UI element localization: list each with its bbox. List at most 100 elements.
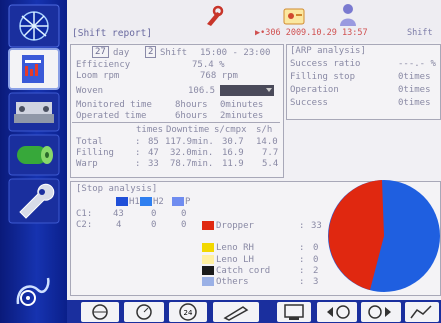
c1-h1: 43 [113,209,124,219]
report-icon[interactable] [8,48,60,90]
chevron-down-icon[interactable] [266,88,272,92]
colon: : [135,159,141,169]
monitored-hours: 8hours [175,100,208,110]
arp-value-3: 0times [398,98,431,108]
arp-value-1: 0times [398,72,431,82]
c1-h2: 0 [151,209,157,219]
dropper-label: Dropper [216,221,254,231]
row-warp-scmpx: 11.9 [222,159,244,169]
arp-label-0: Success ratio [290,59,361,69]
leno-rh-label: Leno RH [216,243,254,253]
arp-label-3: Success [290,98,328,108]
colon: : [299,266,305,276]
c1-p: 0 [181,209,187,219]
fabric-roll-icon[interactable] [8,134,60,176]
arp-value-2: 0times [398,85,431,95]
row-warp-times: 33 [148,159,159,169]
monitored-label: Monitored time [76,100,152,110]
prev-page-icon[interactable] [317,302,357,322]
monitored-minutes: 0minutes [220,100,264,110]
wrench-icon[interactable] [8,178,60,224]
counter-24-icon[interactable]: 24 [169,302,207,322]
svg-text:24: 24 [184,309,193,317]
row-total-scmpx: 30.7 [222,137,244,147]
row-warp-sh: 5.4 [262,159,279,169]
efficiency-value: 75.4 % [192,60,225,70]
colon: : [299,277,305,287]
day-num: 27 [95,47,106,57]
next-page-icon[interactable] [361,302,401,322]
dropper-value: 33 [311,221,322,231]
row-filling-scmpx: 16.9 [222,148,244,158]
shift-indicator: Shift [407,28,433,38]
leno-rh-swatch [202,243,214,252]
shift-num: 2 [148,47,154,57]
steering-wheel-icon[interactable] [81,302,119,322]
legend-h2-swatch [140,197,152,206]
row-filling-downtime: 32.0min. [170,148,214,158]
row-total-downtime: 117.9min. [165,137,214,147]
divider [72,122,280,123]
shift-num-box[interactable]: 2 [145,46,157,58]
stop-analysis-title-text: Stop analysis [81,184,152,194]
woven-value: 106.5 [188,86,216,96]
row-warp-label: Warp [76,159,98,169]
stop-pie-chart [328,180,440,292]
day-num-box[interactable]: 27 [92,46,109,58]
arp-value-0: ---.- % [398,59,436,69]
col-sh: s/h [256,125,273,135]
row-filling-label: Filling [76,148,114,158]
day-label: day [113,48,130,58]
loom-rpm-value: 768 rpm [200,71,238,81]
gauge-icon[interactable] [124,302,164,322]
legend-p-label: P [185,197,191,207]
shift-time: 15:00 - 23:00 [200,48,271,58]
leno-rh-value: 0 [313,243,319,253]
tool-icon[interactable] [213,302,259,322]
leno-lh-label: Leno LH [216,255,254,265]
bottom-toolbar: 24 [67,300,441,323]
c2-label: C2: [76,220,93,230]
operated-label: Operated time [76,111,147,121]
woven-label: Woven [76,86,104,96]
legend-h1-label: H1 [129,197,140,207]
leno-lh-swatch [202,255,214,264]
person-icon[interactable] [337,2,359,28]
colon: : [299,255,305,265]
row-filling-sh: 7.7 [262,148,279,158]
loom-icon[interactable] [8,92,60,132]
colon: : [135,148,141,158]
row-total-label: Total [76,137,104,147]
col-downtime: Downtime [166,125,210,135]
colon: : [299,243,305,253]
c2-h1: 4 [116,220,122,230]
wrench-tool-icon[interactable] [201,4,225,28]
left-navigation [0,0,67,323]
colon: : [299,221,305,231]
efficiency-label: Efficiency [76,60,131,70]
page-title: [Shift report] [72,28,153,39]
arp-title-text: ARP analysis [295,46,361,56]
row-total-times: 85 [148,137,159,147]
loom-monitor-screen: [Shift report] ▶•306 2009.10.29 13:57 Sh… [0,0,441,323]
dropper-swatch [202,221,214,230]
c2-p: 0 [181,220,187,230]
header-bar: [Shift report] ▶•306 2009.10.29 13:57 Sh… [67,0,441,42]
others-label: Others [216,277,249,287]
col-scmpx: s/cmpx [214,125,247,135]
monitor-icon[interactable] [277,302,311,322]
graph-icon[interactable] [405,302,439,322]
row-filling-times: 47 [148,148,159,158]
operator-card-icon[interactable] [281,4,307,28]
arp-label-2: Operation [290,85,339,95]
page-title-text: Shift report [77,28,147,39]
catch-cord-swatch [202,266,214,275]
legend-h2-label: H2 [153,197,164,207]
settings-icon[interactable] [8,268,60,314]
leno-lh-value: 0 [313,255,319,265]
legend-p-swatch [172,197,184,206]
stop-analysis-title: [Stop analysis] [76,184,158,194]
shift-label: Shift [160,48,188,58]
logo-icon[interactable] [8,4,60,48]
row-total-sh: 14.0 [256,137,278,147]
